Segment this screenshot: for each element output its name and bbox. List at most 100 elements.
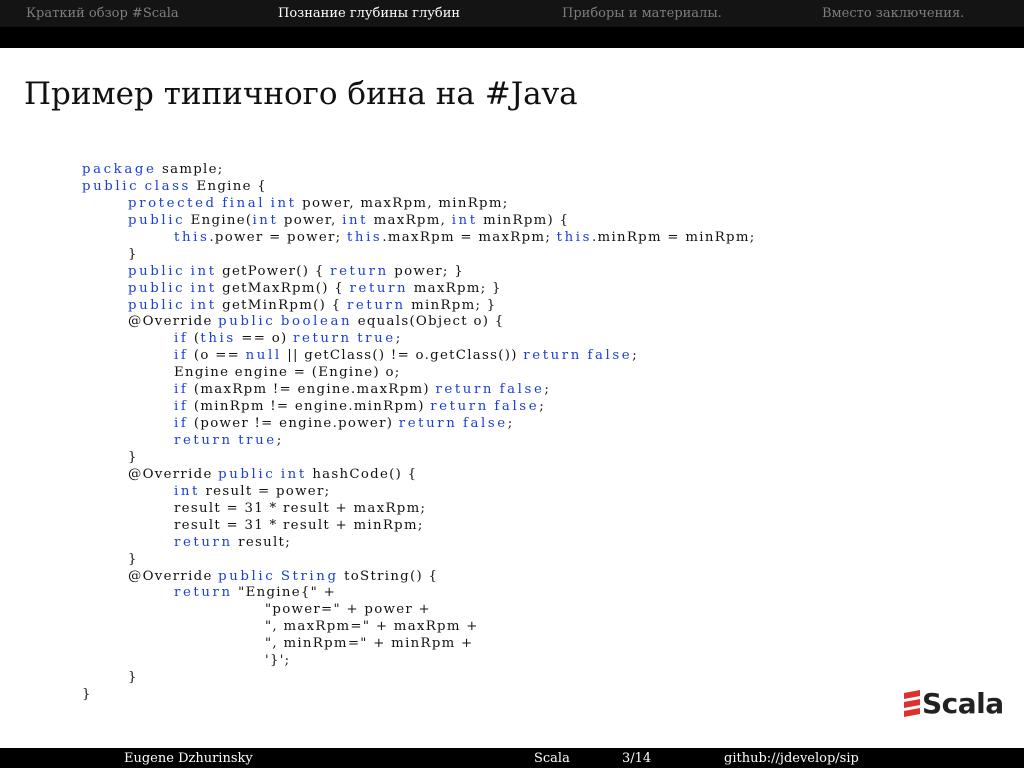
code-line: if (o == null || getClass() != o.getClas… — [82, 348, 942, 365]
code-line: Engine engine = (Engine) o; — [82, 365, 942, 382]
code-text: } — [128, 449, 138, 465]
code-keyword: return — [293, 331, 352, 347]
nav-section-conclusion[interactable]: Вместо заключения. — [822, 6, 964, 21]
code-keyword: return — [330, 263, 389, 279]
code-line: package sample; — [82, 162, 942, 179]
code-keyword: int — [342, 212, 369, 228]
code-line: } — [82, 687, 942, 704]
code-line: return result; — [82, 535, 942, 552]
code-line: @Override public String toString() { — [82, 569, 942, 586]
code-keyword: true — [238, 433, 277, 448]
code-keyword: public — [218, 466, 276, 482]
code-line: return true; — [82, 433, 942, 450]
code-text: ( — [188, 331, 201, 347]
code-line: protected final int power, maxRpm, minRp… — [82, 196, 942, 213]
footer-page-number: 3/14 — [622, 751, 652, 766]
code-line: return "Engine{" + — [82, 585, 942, 602]
code-text: result = 31 * result + maxRpm; — [174, 500, 427, 516]
code-listing: package sample; public class Engine {prot… — [82, 162, 942, 704]
code-keyword: int — [280, 466, 307, 482]
code-text: '}'; — [265, 653, 291, 669]
code-keyword: return — [346, 297, 406, 313]
code-keyword: return — [435, 382, 495, 398]
code-line: this.power = power; this.maxRpm = maxRpm… — [82, 230, 942, 247]
code-text: ", minRpm=" + minRpm + — [265, 636, 474, 652]
code-text: getMinRpm() { — [216, 297, 347, 313]
code-keyword: String — [280, 568, 339, 584]
code-keyword: int — [190, 297, 217, 313]
code-text: ; — [544, 382, 551, 398]
code-keyword: public — [128, 263, 186, 279]
code-text: ; — [539, 399, 545, 415]
code-text: ; — [276, 433, 283, 448]
code-line: public int getMaxRpm() { return maxRpm; … — [82, 281, 942, 298]
code-text: || getClass() != o.getClass()) — [281, 348, 524, 364]
section-navigation: Краткий обзор #Scala Познание глубины гл… — [0, 0, 1024, 27]
code-line: "power=" + power + — [82, 602, 942, 619]
scala-logo: Scala — [902, 687, 1014, 722]
code-keyword: return — [398, 416, 458, 432]
code-line: @Override public int hashCode() { — [82, 467, 942, 484]
code-text: ; — [395, 331, 402, 347]
code-line: public int getPower() { return power; } — [82, 264, 942, 281]
footer-topic: Scala — [534, 751, 570, 766]
code-keyword: public — [218, 568, 276, 584]
code-keyword: package — [82, 162, 157, 177]
code-line: } — [82, 450, 942, 467]
code-text: getPower() { — [216, 263, 331, 279]
code-line: result = 31 * result + maxRpm; — [82, 501, 942, 518]
code-text: Engine { — [190, 178, 268, 194]
code-line: '}'; — [82, 653, 942, 670]
code-line: result = 31 * result + minRpm; — [82, 518, 942, 535]
code-text: maxRpm, — [368, 212, 452, 228]
code-keyword: boolean — [280, 314, 353, 330]
subsection-bar — [0, 27, 1024, 48]
code-keyword: this — [200, 331, 236, 347]
code-line: } — [82, 552, 942, 569]
code-keyword: return — [430, 399, 489, 415]
code-keyword: null — [245, 348, 282, 364]
nav-section-tools[interactable]: Приборы и материалы. — [562, 6, 722, 21]
code-keyword: this — [556, 229, 593, 245]
code-text: == o) — [235, 331, 294, 347]
code-keyword: if — [174, 348, 189, 364]
code-text: @Override — [128, 314, 219, 330]
code-text: } — [128, 670, 138, 686]
code-keyword: int — [190, 263, 217, 279]
code-text: Engine engine = (Engine) o; — [174, 365, 401, 381]
code-text: @Override — [128, 568, 219, 584]
code-line: @Override public boolean equals(Object o… — [82, 314, 942, 331]
code-line: int result = power; — [82, 484, 942, 501]
code-keyword: class — [144, 178, 191, 194]
code-line: ", minRpm=" + minRpm + — [82, 636, 942, 653]
code-keyword: if — [174, 331, 189, 347]
code-text: (power != engine.power) — [188, 416, 399, 432]
code-keyword: int — [190, 280, 217, 296]
code-line: public class Engine { — [82, 179, 942, 196]
code-line: if (minRpm != engine.minRpm) return fals… — [82, 399, 942, 416]
code-line: public int getMinRpm() { return minRpm; … — [82, 298, 942, 315]
code-keyword: public — [128, 280, 186, 296]
code-text: result; — [232, 534, 291, 550]
code-text: "Engine{" + — [232, 585, 337, 601]
code-text: equals(Object o) { — [352, 314, 505, 330]
footer-repo[interactable]: github://jdevelop/sip — [724, 751, 859, 766]
code-text: } — [128, 551, 138, 567]
code-text: .maxRpm = maxRpm; — [382, 229, 557, 245]
code-keyword: final — [222, 195, 266, 211]
code-keyword: return — [349, 280, 409, 296]
code-text: minRpm; } — [405, 297, 497, 313]
code-text: minRpm) { — [477, 212, 570, 228]
code-text: result = 31 * result + minRpm; — [174, 517, 424, 533]
code-keyword: return — [174, 534, 233, 550]
code-text: ", maxRpm=" + maxRpm + — [265, 619, 479, 635]
code-line: } — [82, 670, 942, 687]
nav-section-depths[interactable]: Познание глубины глубин — [278, 6, 460, 21]
code-keyword: false — [499, 382, 545, 398]
code-keyword: false — [494, 399, 540, 415]
nav-section-overview[interactable]: Краткий обзор #Scala — [26, 6, 179, 21]
code-line: public Engine(int power, int maxRpm, int… — [82, 213, 942, 230]
code-text: result = power; — [199, 483, 331, 499]
scala-logo-text: Scala — [922, 687, 1004, 720]
code-keyword: true — [357, 331, 396, 347]
